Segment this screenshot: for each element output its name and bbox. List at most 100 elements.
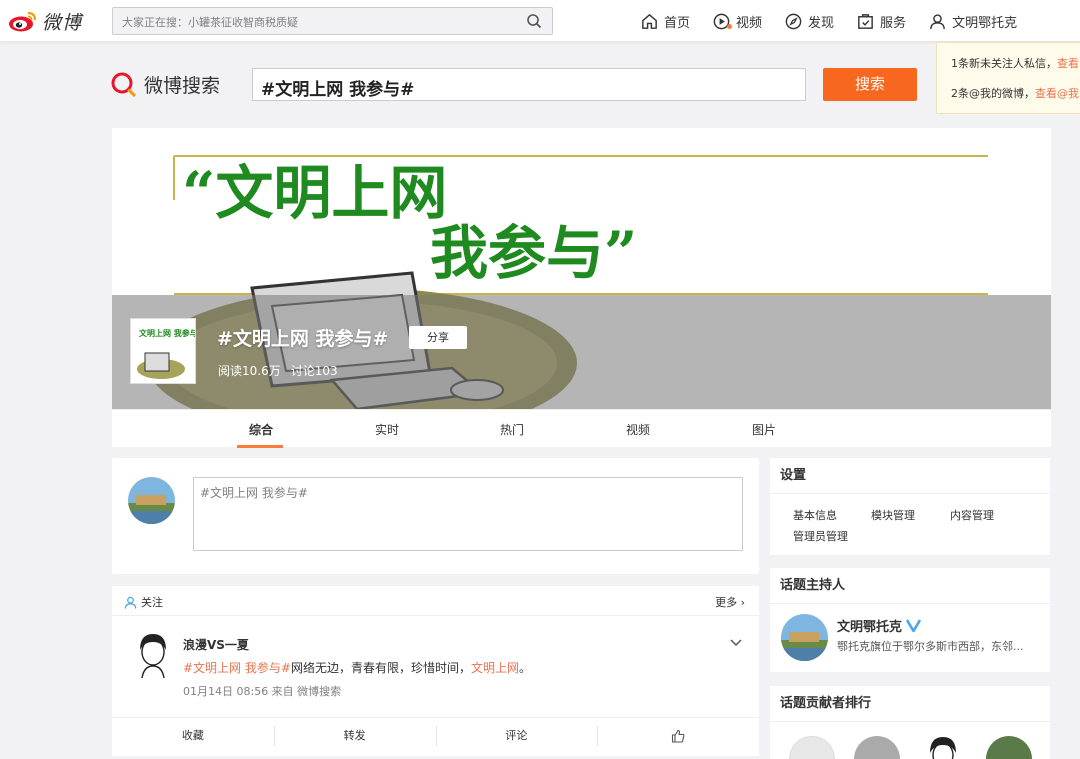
verified-icon <box>906 619 922 632</box>
feed-header: 关注 更多 › <box>112 586 759 616</box>
tab-realtime[interactable]: 实时 <box>375 421 399 438</box>
global-search-input[interactable]: 大家正在搜：小罐茶征收智商税质疑 <box>112 7 553 35</box>
comment-button[interactable]: 评论 <box>435 718 598 753</box>
video-notification-dot <box>727 23 733 29</box>
private-message-notice[interactable]: 1条新未关注人私信，查看 <box>951 49 1080 79</box>
chevron-right-icon: › <box>740 596 745 609</box>
banner-line1: “文明上网 <box>182 159 447 227</box>
post-author-name[interactable]: 浪漫VS一夏 <box>183 636 249 653</box>
search-logo-text: 微博搜索 <box>144 74 221 97</box>
home-icon <box>642 13 657 29</box>
topic-thumbnail-image: 文明上网 我参与 <box>131 319 195 383</box>
topic-host-card: 话题主持人 文明鄂托克 鄂托克旗位于鄂尔多斯市西部，东邻... <box>770 568 1050 672</box>
nav-service-label: 服务 <box>880 15 907 31</box>
banner-overlay <box>112 295 1051 409</box>
view-mentions-link[interactable]: 查看@我 <box>1035 87 1079 100</box>
more-link[interactable]: 更多 › <box>715 594 745 610</box>
logo-text: 微博 <box>42 11 83 34</box>
host-avatar-image <box>781 614 828 661</box>
contributor-avatar[interactable] <box>986 736 1032 759</box>
topic-tabs: 综合 实时 热门 视频 图片 <box>112 409 1051 448</box>
basic-info-link[interactable]: 基本信息 <box>793 507 837 523</box>
weibo-search-logo[interactable]: 微博搜索 <box>110 70 220 98</box>
nav-user-label: 文明鄂托克 <box>952 15 1018 31</box>
content-management-link[interactable]: 内容管理 <box>950 507 994 523</box>
search-icon[interactable] <box>526 13 542 29</box>
nav-user-profile[interactable]: 文明鄂托克 <box>928 12 1017 31</box>
contributors-card: 话题贡献者排行 <box>770 686 1050 759</box>
settings-card: 设置 基本信息 模块管理 内容管理 管理员管理 <box>770 458 1050 555</box>
settings-links: 基本信息 模块管理 内容管理 管理员管理 <box>770 494 1050 554</box>
nav-service[interactable]: 服务 <box>856 12 906 31</box>
topic-title: #文明上网 我参与# <box>217 328 389 350</box>
search-logo-icon <box>111 72 137 98</box>
composer-textarea[interactable]: #文明上网 我参与# <box>193 477 743 551</box>
tab-comprehensive[interactable]: 综合 <box>249 421 273 438</box>
host-name[interactable]: 文明鄂托克 <box>837 616 922 635</box>
nav-discover[interactable]: 发现 <box>784 12 834 31</box>
tab-pictures[interactable]: 图片 <box>752 421 776 438</box>
favorite-button[interactable]: 收藏 <box>112 718 274 753</box>
host-avatar[interactable] <box>781 614 828 661</box>
weibo-logo[interactable]: 微博 <box>8 6 82 36</box>
nav-home[interactable]: 首页 <box>640 12 690 31</box>
tab-hot[interactable]: 热门 <box>500 421 524 438</box>
follow-user-icon <box>124 596 137 609</box>
composer-placeholder: #文明上网 我参与# <box>200 486 308 500</box>
host-description: 鄂托克旗位于鄂尔多斯市西部，东邻... <box>837 640 1024 653</box>
post-hashtag[interactable]: #文明上网 我参与# <box>183 661 291 675</box>
search-placeholder: 大家正在搜：小罐茶征收智商税质疑 <box>122 16 298 29</box>
repost-button[interactable]: 转发 <box>273 718 436 753</box>
search-query: #文明上网 我参与# <box>261 80 415 100</box>
contributor-avatar[interactable] <box>854 736 900 759</box>
feed-panel: 关注 更多 › 浪漫VS一夏 #文明上网 我参与#网络无边，青春有限，珍惜时间，… <box>112 586 759 756</box>
active-tab-indicator <box>237 445 283 448</box>
host-section-title: 话题主持人 <box>770 568 1050 604</box>
service-icon <box>858 13 873 29</box>
notification-popup: 1条新未关注人私信，查看 2条@我的微博，查看@我 <box>936 42 1080 114</box>
topic-banner: “文明上网 我参与” 文明上网 我参与 #文明上网 我参与# 分享 阅读10.6… <box>112 128 1051 409</box>
nav-discover-label: 发现 <box>808 15 835 31</box>
top-navigation-bar: 微博 大家正在搜：小罐茶征收智商税质疑 首页 视频 发现 服务 文明鄂托克 <box>0 0 1080 42</box>
settings-title: 设置 <box>770 458 1050 494</box>
like-button[interactable] <box>597 718 759 753</box>
follow-label: 关注 <box>141 596 163 609</box>
post-author-avatar[interactable] <box>132 630 174 680</box>
search-button[interactable]: 搜索 <box>823 68 917 101</box>
discover-icon <box>785 13 802 29</box>
nav-video-label: 视频 <box>736 15 763 31</box>
author-avatar-image <box>132 630 174 680</box>
nav-menu: 首页 视频 发现 服务 文明鄂托克 <box>640 0 1039 42</box>
user-icon <box>930 13 945 29</box>
topic-thumbnail[interactable]: 文明上网 我参与 <box>130 318 196 384</box>
contributors-title: 话题贡献者排行 <box>770 686 1050 722</box>
admin-management-link[interactable]: 管理员管理 <box>793 528 848 544</box>
post-actions: 收藏 转发 评论 <box>112 717 759 753</box>
topic-stats: 阅读10.6万 讨论103 <box>218 362 348 379</box>
thumbs-up-icon <box>672 729 685 743</box>
contributor-avatar[interactable] <box>789 736 835 759</box>
topic-search-input[interactable]: #文明上网 我参与# <box>252 68 806 101</box>
user-avatar[interactable] <box>128 477 175 524</box>
post-composer: #文明上网 我参与# <box>112 458 759 574</box>
post-link[interactable]: 文明上网 <box>471 661 519 675</box>
share-button[interactable]: 分享 <box>409 326 467 349</box>
weibo-eye-icon <box>9 11 37 32</box>
banner-line2: 我参与” <box>430 219 637 287</box>
nav-home-label: 首页 <box>664 15 691 31</box>
tab-video[interactable]: 视频 <box>626 421 650 438</box>
contributor-avatar[interactable] <box>920 733 966 759</box>
post-meta: 01月14日 08:56 来自 微博搜索 <box>183 685 342 698</box>
post-text: #文明上网 我参与#网络无边，青春有限，珍惜时间，文明上网。 <box>183 661 531 675</box>
follow-filter[interactable]: 关注 <box>124 594 163 610</box>
discussion-count: 讨论103 <box>290 364 338 378</box>
nav-video[interactable]: 视频 <box>712 12 762 31</box>
module-management-link[interactable]: 模块管理 <box>871 507 915 523</box>
view-messages-link[interactable]: 查看 <box>1057 57 1079 70</box>
thumbnail-text: 文明上网 我参与 <box>139 328 195 338</box>
contributor-avatar-image <box>930 737 956 759</box>
user-avatar-image <box>128 477 175 524</box>
chevron-down-icon[interactable] <box>729 635 743 649</box>
read-count: 阅读10.6万 <box>218 364 281 378</box>
mention-notice[interactable]: 2条@我的微博，查看@我 <box>951 79 1080 109</box>
